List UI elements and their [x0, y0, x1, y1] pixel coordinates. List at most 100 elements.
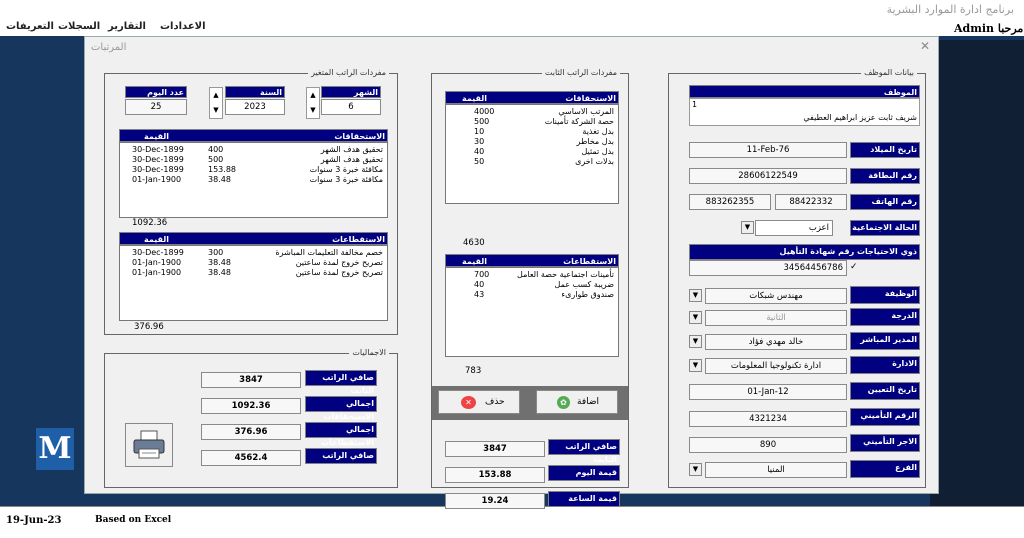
- employee-box[interactable]: 1 شريف ثابت عزيز ابراهيم العطيفي: [689, 98, 920, 126]
- item-date: 30-Dec-1899: [132, 165, 184, 174]
- list-item[interactable]: 01-Jan-1900 38.48 تصريح خروج لمدة ساعتين: [120, 258, 387, 268]
- spin-down-icon[interactable]: ▼: [210, 103, 222, 118]
- list-item[interactable]: 4000 المرتب الاساسي: [446, 107, 618, 117]
- spin-up-icon[interactable]: ▲: [210, 88, 222, 103]
- year-spinner[interactable]: ▲ ▼: [209, 87, 223, 119]
- item-name: بدلات اخرى: [575, 157, 614, 166]
- item-value: 500: [208, 155, 224, 164]
- variable-deductions-list[interactable]: 30-Dec-1899 300 خصم مخالفة التعليمات المبا…: [119, 245, 388, 321]
- chevron-down-icon[interactable]: ▼: [689, 463, 702, 476]
- list-item[interactable]: 50 بدلات اخرى: [446, 157, 618, 167]
- day-value-field[interactable]: 153.88: [445, 467, 545, 483]
- close-icon[interactable]: ✕: [920, 39, 930, 53]
- day-value-label: قيمة اليوم: [548, 465, 620, 481]
- item-date: 01-Jan-1900: [132, 268, 182, 277]
- variable-earnings-total: 1092.36: [132, 218, 168, 228]
- month-field[interactable]: 6: [321, 99, 381, 115]
- list-item[interactable]: 40 ضريبة كسب عمل: [446, 280, 618, 290]
- delete-button-label: حذف: [485, 397, 505, 407]
- cert-field[interactable]: 34564456786: [689, 260, 847, 276]
- list-item[interactable]: 01-Jan-1900 38.48 مكافئة خبرة 3 سنوات: [120, 175, 387, 185]
- spin-down-icon[interactable]: ▼: [307, 103, 319, 118]
- variable-earnings-list[interactable]: 30-Dec-1899 400 تحقيق هدف الشهر 30-Dec-1899…: [119, 142, 388, 218]
- fixed-earnings-list[interactable]: 4000 المرتب الاساسي 500 حصة الشركة تأمينات 1…: [445, 104, 619, 204]
- chevron-down-icon[interactable]: ▼: [741, 221, 754, 234]
- item-value: 4000: [474, 107, 495, 116]
- item-name: بدل مخاطر: [576, 137, 614, 146]
- totals-fixed-field[interactable]: 3847: [201, 372, 301, 388]
- list-item[interactable]: 30-Dec-1899 500 تحقيق هدف الشهر: [120, 155, 387, 165]
- list-item[interactable]: 30-Dec-1899 300 خصم مخالفة التعليمات المبا…: [120, 248, 387, 258]
- menu-bar: [0, 20, 1024, 36]
- list-item[interactable]: 40 بدل تمثيل: [446, 147, 618, 157]
- hire-date-field[interactable]: 01-Jan-12: [689, 384, 847, 400]
- action-bar: ✿ اضافة ✕ حذف: [432, 386, 628, 420]
- department-label: الادارة: [850, 356, 920, 374]
- item-date: 01-Jan-1900: [132, 175, 182, 184]
- item-date: 30-Dec-1899: [132, 145, 184, 154]
- list-item[interactable]: 30 بدل مخاطر: [446, 137, 618, 147]
- phone-label: رقم الهاتف: [850, 194, 920, 210]
- month-spinner[interactable]: ▲ ▼: [306, 87, 320, 119]
- employee-id: 1: [692, 100, 698, 109]
- phone2-field[interactable]: 883262355: [689, 194, 771, 210]
- item-value: 300: [208, 248, 224, 257]
- item-value: 153.88: [208, 165, 236, 174]
- status-based-on: Based on Excel: [95, 515, 172, 525]
- menu-records[interactable]: السجلات: [58, 21, 100, 32]
- chevron-down-icon[interactable]: ▼: [689, 335, 702, 348]
- insurance-number-field[interactable]: 4321234: [689, 411, 847, 427]
- totals-net-field[interactable]: 4562.4: [201, 450, 301, 466]
- job-select[interactable]: مهندس شبكات: [705, 288, 847, 304]
- delete-button[interactable]: ✕ حذف: [438, 390, 520, 414]
- totals-earnings-field[interactable]: 1092.36: [201, 398, 301, 414]
- fixed-net-field[interactable]: 3847: [445, 441, 545, 457]
- list-item[interactable]: 10 بدل تغذية: [446, 127, 618, 137]
- manager-select[interactable]: خالد مهدي فؤاد: [705, 334, 847, 350]
- list-item[interactable]: 700 تأمينات اجتماعية حصة العامل: [446, 270, 618, 280]
- menu-reports[interactable]: التقارير: [108, 21, 146, 32]
- insurance-wage-label: الاجر التأميني: [850, 434, 920, 452]
- card-label: رقم البطاقة: [850, 168, 920, 184]
- list-item[interactable]: 43 صندوق طوارىء: [446, 290, 618, 300]
- hour-value-field[interactable]: 19.24: [445, 493, 545, 509]
- insurance-wage-field[interactable]: 890: [689, 437, 847, 453]
- chevron-down-icon[interactable]: ▼: [689, 359, 702, 372]
- menu-definitions[interactable]: التعريفات: [6, 21, 54, 32]
- list-item[interactable]: 500 حصة الشركة تأمينات: [446, 117, 618, 127]
- item-name: تحقيق هدف الشهر: [320, 155, 383, 164]
- department-select[interactable]: ادارة تكنولوجيا المعلومات: [705, 358, 847, 374]
- card-field[interactable]: 28606122549: [689, 168, 847, 184]
- item-name: خصم مخالفة التعليمات المباشرة: [275, 248, 383, 257]
- add-icon: ✿: [557, 396, 570, 409]
- phone1-field[interactable]: 88422332: [775, 194, 847, 210]
- fixed-salary-frame: مفردات الراتب الثابت الاستحقاقات القيمة …: [431, 68, 629, 509]
- social-status-select[interactable]: اعزب: [755, 220, 833, 236]
- item-name: ضريبة كسب عمل: [554, 280, 614, 289]
- branch-label: الفرع: [850, 460, 920, 478]
- item-value: 38.48: [208, 268, 231, 277]
- menu-settings[interactable]: الاعدادات: [160, 21, 206, 32]
- chevron-down-icon[interactable]: ▼: [689, 311, 702, 324]
- list-item[interactable]: 30-Dec-1899 153.88 مكافئة خبرة 3 سنوات: [120, 165, 387, 175]
- spin-up-icon[interactable]: ▲: [307, 88, 319, 103]
- item-value: 43: [474, 290, 485, 299]
- chevron-down-icon[interactable]: ▼: [689, 289, 702, 302]
- add-button[interactable]: ✿ اضافة: [536, 390, 618, 414]
- fixed-deductions-list[interactable]: 700 تأمينات اجتماعية حصة العامل 40 ضريبة كس…: [445, 267, 619, 357]
- add-button-label: اضافة: [577, 397, 600, 407]
- birth-label: تاريخ الميلاد: [850, 142, 920, 158]
- grade-select[interactable]: الثانية: [705, 310, 847, 326]
- salaries-dialog: المرتبات ✕ بيانات الموظف الموظف 1 شريف ث…: [84, 36, 939, 509]
- list-item[interactable]: 01-Jan-1900 38.48 تصريح خروج لمدة ساعتين: [120, 268, 387, 278]
- birth-field[interactable]: 11-Feb-76: [689, 142, 847, 158]
- branch-select[interactable]: المنيا: [705, 462, 847, 478]
- print-button[interactable]: [125, 423, 173, 467]
- special-needs-checkbox[interactable]: ✓: [850, 262, 860, 272]
- totals-deductions-field[interactable]: 376.96: [201, 424, 301, 440]
- totals-earnings-label: اجمالي الاستحقاقات: [305, 396, 377, 421]
- list-item[interactable]: 30-Dec-1899 400 تحقيق هدف الشهر: [120, 145, 387, 155]
- year-field[interactable]: 2023: [225, 99, 285, 115]
- days-field[interactable]: 25: [125, 99, 187, 115]
- status-date: 19-Jun-23: [6, 515, 62, 526]
